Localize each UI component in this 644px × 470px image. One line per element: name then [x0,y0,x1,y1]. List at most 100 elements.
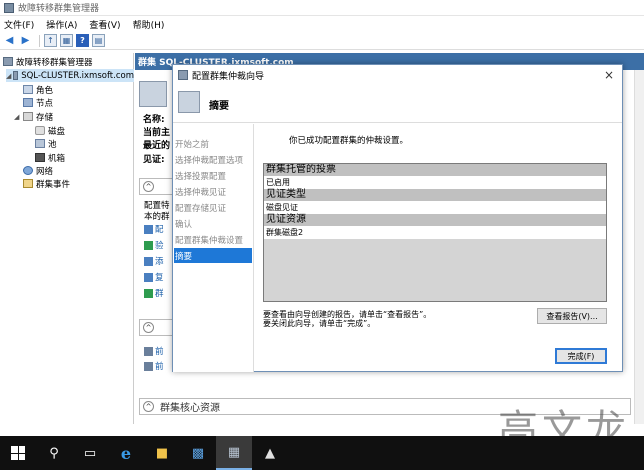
report-header-votes: 群集托管的投票 [264,164,606,176]
title-bar: 故障转移群集管理器 [0,0,644,16]
hint-close: 要关闭此向导，请单击“完成”。 [263,319,376,328]
show-tree-icon[interactable]: ▦ [60,34,73,47]
cluster-manager-icon [4,2,14,13]
menu-file[interactable]: 文件(F) [4,18,34,31]
taskbar: ⚲ ▭ e ■ ▩ ▦ ▲ [0,436,644,470]
pool-icon [35,139,45,148]
menu-view[interactable]: 查看(V) [89,18,120,31]
wizard-steps: 开始之前 选择仲裁配置选项 选择投票配置 选择仲裁见证 配置存储见证 确认 配置… [173,124,254,372]
field-current-host: 当前主 [143,128,171,138]
tree-item-label: 存储 [36,112,54,123]
tree-item-label: 节点 [36,98,54,109]
tree-item-label: 网络 [36,166,54,177]
tree-root-label: 故障转移群集管理器 [16,57,93,68]
tree-item-enclosures[interactable]: 机箱 [35,151,65,164]
help-icon[interactable]: ? [76,34,89,47]
nav-link-2[interactable]: 前 [155,360,164,372]
file-explorer-icon[interactable]: ■ [144,436,180,470]
tree-item-networks[interactable]: 网络 [23,164,53,177]
start-button[interactable] [0,436,36,470]
report-header-witness-resource: 见证资源 [264,214,606,226]
disk-icon [35,126,45,135]
nav-link-1[interactable]: 前 [155,345,164,357]
main-scrollbar[interactable] [634,70,644,424]
node-icon [23,98,33,107]
powershell-icon[interactable]: ▲ [252,436,288,470]
collapse-section-icon[interactable]: ^ [143,401,154,412]
summary-report[interactable]: 群集托管的投票 已启用 见证类型 磁盘见证 见证资源 群集磁盘2 [263,163,607,302]
tree-item-nodes[interactable]: 节点 [23,96,53,109]
navigation-tree: 故障转移群集管理器 ◢ SQL-CLUSTER.ixmsoft.com 角色 节… [0,53,134,424]
step-select-voting: 选择投票配置 [175,171,227,182]
tree-item-label: 磁盘 [48,126,66,137]
task-view-icon[interactable]: ▭ [72,436,108,470]
tree-item-storage[interactable]: ◢ 存储 [14,110,53,123]
summary-intro: 你已成功配置群集的仲裁设置。 [289,136,409,146]
toolbar-divider [39,34,40,47]
tree-item-roles[interactable]: 角色 [23,83,53,96]
up-folder-icon[interactable]: ↑ [44,34,57,47]
windows-logo-icon [11,446,25,460]
quorum-wizard-dialog: 配置群集仲裁向导 × 摘要 开始之前 选择仲裁配置选项 选择投票配置 选择仲裁见… [172,64,623,372]
collapse-arrow-icon[interactable]: ◢ [6,72,11,80]
summary-hint: 要查看由向导创建的报告，请单击“查看报告”。 要关闭此向导，请单击“完成”。 [263,310,431,328]
step-confirmation: 确认 [175,219,193,230]
close-icon[interactable]: × [602,68,616,82]
chassis-icon [35,153,45,162]
link-cluster[interactable]: 群 [155,287,164,299]
forward-arrow-icon[interactable]: ▶ [19,34,32,47]
search-icon[interactable]: ⚲ [36,436,72,470]
step-before-you-begin: 开始之前 [175,139,210,150]
report-header-witness-type: 见证类型 [264,189,606,201]
menu-action[interactable]: 操作(A) [46,18,77,31]
nav-link-icon [144,347,153,356]
configure-text-line2: 本的群 [144,212,170,222]
tree-item-cluster[interactable]: ◢ SQL-CLUSTER.ixmsoft.com [6,69,134,82]
tree-cluster-label: SQL-CLUSTER.ixmsoft.com [21,70,134,81]
cluster-large-icon [139,81,167,107]
collapse-section-icon[interactable]: ^ [143,181,154,192]
copy-roles-icon [144,273,153,282]
tree-item-label: 角色 [36,85,54,96]
tree-item-disks[interactable]: 磁盘 [35,124,65,137]
field-recent: 最近的 [143,141,171,151]
add-node-icon [144,257,153,266]
network-icon [23,166,33,175]
finish-button[interactable]: 完成(F) [555,348,607,364]
link-validate[interactable]: 验 [155,239,164,251]
validate-icon [144,241,153,250]
step-summary: 摘要 [174,248,252,263]
menu-bar: 文件(F) 操作(A) 查看(V) 帮助(H) [0,16,644,32]
tree-item-label: 群集事件 [36,179,71,190]
tree-item-events[interactable]: 群集事件 [23,177,70,190]
step-configure-quorum: 配置群集仲裁设置 [175,235,244,246]
tree-item-pools[interactable]: 池 [35,137,57,150]
dialog-title-bar: 配置群集仲裁向导 [173,65,622,85]
step-configure-storage-witness: 配置存储见证 [175,203,227,214]
event-icon [23,179,33,188]
report-value-witness-type: 磁盘见证 [264,201,606,214]
cluster-manager-icon [3,57,13,66]
server-manager-icon[interactable]: ▩ [180,436,216,470]
wizard-header-icon [178,91,200,113]
tree-root[interactable]: 故障转移群集管理器 [3,55,93,68]
cluster-icon [13,71,19,80]
cluster-manager-taskbar-icon[interactable]: ▦ [216,436,252,470]
link-add[interactable]: 添 [155,255,164,267]
link-copy[interactable]: 复 [155,271,164,283]
collapse-section-icon[interactable]: ^ [143,322,154,333]
report-empty-area [264,239,606,299]
hint-view-report: 要查看由向导创建的报告，请单击“查看报告”。 [263,310,432,319]
menu-help[interactable]: 帮助(H) [133,18,165,31]
action-pane-icon[interactable]: ▤ [92,34,105,47]
cluster-update-icon [144,289,153,298]
link-configure[interactable]: 配 [155,223,164,235]
view-report-button[interactable]: 查看报告(V)... [537,308,607,324]
dialog-body: 你已成功配置群集的仲裁设置。 群集托管的投票 已启用 见证类型 磁盘见证 见证资… [255,124,622,372]
cluster-icon [178,70,188,80]
configure-role-icon [144,225,153,234]
tree-item-label: 池 [48,139,57,150]
back-arrow-icon[interactable]: ◀ [3,34,16,47]
collapse-arrow-icon[interactable]: ◢ [14,113,21,121]
internet-explorer-icon[interactable]: e [108,436,144,470]
